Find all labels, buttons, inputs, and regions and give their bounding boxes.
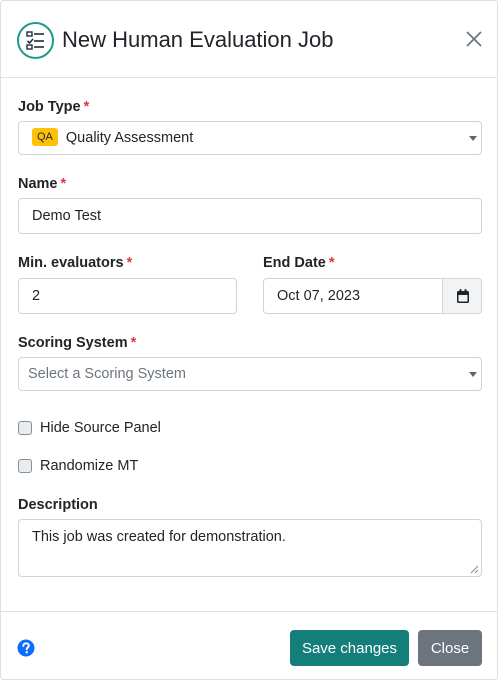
hide-source-panel-checkbox[interactable] — [18, 421, 32, 435]
name-label: Name * — [18, 175, 66, 193]
job-type-label: Job Type * — [18, 98, 89, 116]
scoring-system-select[interactable]: Select a Scoring System — [18, 357, 482, 391]
required-mark: * — [83, 99, 90, 115]
description-label: Description — [18, 497, 98, 513]
required-mark: * — [328, 255, 335, 271]
min-evaluators-label: Min. evaluators * — [18, 254, 132, 272]
end-date-field[interactable]: Oct 07, 2023 — [263, 278, 443, 314]
scoring-system-label-text: Scoring System — [18, 335, 128, 351]
required-mark: * — [130, 335, 137, 351]
end-date-label-text: End Date — [263, 255, 326, 271]
end-date-label: End Date * — [263, 254, 335, 272]
job-type-value: Quality Assessment — [65, 130, 194, 146]
required-mark: * — [60, 176, 67, 192]
checklist-icon — [17, 22, 54, 59]
job-type-label-text: Job Type — [18, 99, 81, 115]
calendar-icon — [457, 289, 469, 303]
modal-dialog: New Human Evaluation Job Job Type * QA Qua… — [0, 0, 498, 680]
job-type-badge: QA — [32, 128, 58, 147]
save-button[interactable]: Save changes — [290, 630, 409, 666]
resize-handle-icon[interactable] — [470, 565, 479, 574]
required-mark: * — [126, 255, 133, 271]
scoring-system-label: Scoring System * — [18, 334, 136, 352]
modal-title: New Human Evaluation Job — [62, 27, 334, 52]
min-evaluators-label-text: Min. evaluators — [18, 255, 124, 271]
close-icon[interactable] — [463, 28, 485, 50]
question-circle-icon[interactable] — [17, 639, 35, 657]
chevron-down-icon — [469, 372, 477, 377]
min-evaluators-field[interactable]: 2 — [18, 278, 237, 314]
randomize-mt-checkbox[interactable] — [18, 459, 32, 473]
scoring-system-placeholder: Select a Scoring System — [28, 366, 186, 382]
modal-header: New Human Evaluation Job — [1, 1, 497, 78]
chevron-down-icon — [469, 136, 477, 141]
description-field[interactable]: This job was created for demonstration. — [18, 519, 482, 577]
randomize-mt-label[interactable]: Randomize MT — [40, 457, 138, 475]
description-value: This job was created for demonstration. — [32, 529, 286, 545]
job-type-select[interactable]: QA Quality Assessment — [18, 121, 482, 155]
name-field[interactable]: Demo Test — [18, 198, 482, 234]
close-button[interactable]: Close — [418, 630, 482, 666]
date-picker-button[interactable] — [442, 278, 482, 314]
hide-source-panel-label[interactable]: Hide Source Panel — [40, 419, 161, 437]
modal-footer: Save changes Close — [1, 611, 497, 681]
name-label-text: Name — [18, 176, 58, 192]
